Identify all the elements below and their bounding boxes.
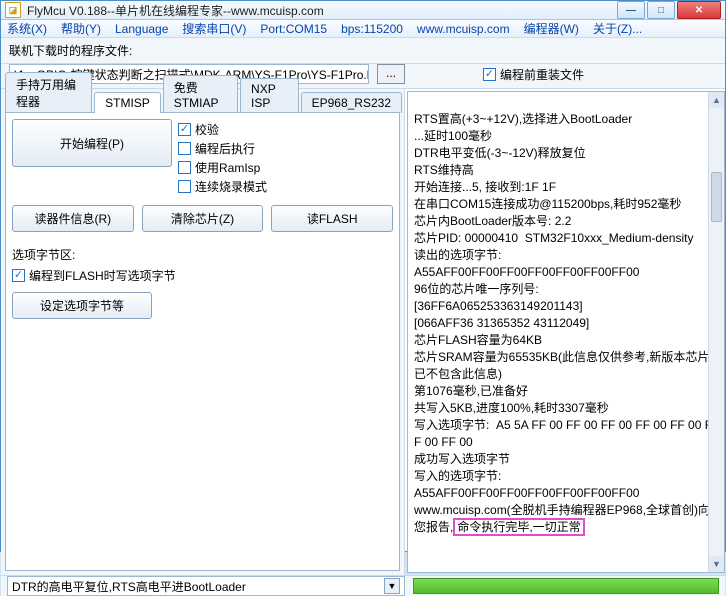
log-line: ...延时100毫秒	[414, 129, 492, 143]
bottom-bar: DTR的高电平复位,RTS高电平进BootLoader ▼	[1, 575, 725, 596]
tab-bar: 手持万用编程器 STMISP 免费STMIAP NXP ISP EP968_RS…	[1, 89, 404, 113]
log-line: 读出的选项字节:	[414, 248, 501, 262]
file-toolbar: 联机下载时的程序文件:	[1, 38, 725, 64]
menu-language[interactable]: Language	[115, 22, 168, 36]
ramisp-label: 使用RamIsp	[195, 159, 260, 176]
log-line: A55AFF00FF00FF00FF00FF00FF00FF00	[414, 265, 639, 279]
continuous-checkbox[interactable]: ✓	[178, 180, 191, 193]
ramisp-checkbox[interactable]: ✓	[178, 161, 191, 174]
log-line: 开始连接...5, 接收到:1F 1F	[414, 180, 556, 194]
menubar: 系统(X) 帮助(Y) Language 搜索串口(V) Port:COM15 …	[1, 20, 725, 38]
log-line: RTS置高(+3~+12V),选择进入BootLoader	[414, 112, 632, 126]
menu-site[interactable]: www.mcuisp.com	[417, 22, 510, 36]
log-line: 芯片PID: 00000410 STM32F10xxx_Medium-densi…	[414, 231, 693, 245]
log-line: 写入的选项字节:	[414, 469, 501, 483]
menu-bps[interactable]: bps:115200	[341, 22, 403, 36]
file-row: )1、GPIO-按键状态判断之扫描式\MDK-ARM\YS-F1Pro\YS-F…	[1, 64, 725, 89]
erase-button[interactable]: 清除芯片(Z)	[142, 205, 264, 232]
tab-handheld[interactable]: 手持万用编程器	[5, 72, 92, 113]
scroll-thumb[interactable]	[711, 172, 722, 222]
menu-programmer[interactable]: 编程器(W)	[524, 20, 579, 37]
log-line: 成功写入选项字节	[414, 452, 510, 466]
runafter-checkbox[interactable]: ✓	[178, 142, 191, 155]
log-line: 芯片SRAM容量为65535KB(此信息仅供参考,新版本芯片已不包含此信息)	[414, 350, 709, 381]
menu-search-port[interactable]: 搜索串口(V)	[182, 20, 246, 37]
tab-stmiap[interactable]: 免费STMIAP	[163, 75, 238, 113]
log-line: DTR电平变低(-3~-12V)释放复位	[414, 146, 586, 160]
menu-port[interactable]: Port:COM15	[260, 22, 327, 36]
log-line: 96位的芯片唯一序列号:	[414, 282, 539, 296]
verify-checkbox[interactable]: ✓	[178, 123, 191, 136]
tab-ep968[interactable]: EP968_RS232	[301, 92, 402, 113]
right-pane: RTS置高(+3~+12V),选择进入BootLoader ...延时100毫秒…	[405, 89, 725, 575]
start-program-button[interactable]: 开始编程(P)	[12, 119, 172, 167]
log-line: 共写入5KB,进度100%,耗时3307毫秒	[414, 401, 609, 415]
log-highlight: 命令执行完毕,一切正常	[453, 518, 584, 536]
menu-about[interactable]: 关于(Z)...	[593, 20, 642, 37]
app-icon: ◪	[5, 2, 21, 18]
log-line: 在串口COM15连接成功@115200bps,耗时952毫秒	[414, 197, 681, 211]
window-buttons: — □ ✕	[617, 1, 721, 19]
log-line: [36FF6A065253363149201143]	[414, 299, 583, 313]
set-option-bytes-button[interactable]: 设定选项字节等	[12, 292, 152, 319]
rewrite-checkbox[interactable]: ✓	[483, 68, 496, 81]
verify-label: 校验	[195, 121, 219, 138]
continuous-label: 连续烧录模式	[195, 178, 267, 195]
log-line: 芯片内BootLoader版本号: 2.2	[414, 214, 571, 228]
content: 手持万用编程器 STMISP 免费STMIAP NXP ISP EP968_RS…	[1, 89, 725, 575]
log-output[interactable]: RTS置高(+3~+12V),选择进入BootLoader ...延时100毫秒…	[407, 91, 725, 573]
file-label: 联机下载时的程序文件:	[9, 42, 132, 59]
window-title: FlyMcu V0.188--单片机在线编程专家--www.mcuisp.com	[27, 2, 617, 19]
stmisp-panel: 开始编程(P) ✓ 校验 ✓ 编程后执行 ✓ 使用RamIsp ✓ 连续烧录模式 读器件…	[5, 112, 400, 571]
scroll-down-icon[interactable]: ▼	[709, 556, 724, 572]
writeopt-checkbox[interactable]: ✓	[12, 269, 25, 282]
log-line: A55AFF00FF00FF00FF00FF00FF00FF00	[414, 486, 639, 500]
titlebar[interactable]: ◪ FlyMcu V0.188--单片机在线编程专家--www.mcuisp.c…	[1, 1, 725, 20]
read-flash-button[interactable]: 读FLASH	[271, 205, 393, 232]
option-bytes-label: 选项字节区:	[12, 246, 393, 263]
tab-stmisp[interactable]: STMISP	[94, 92, 161, 113]
reset-mode-value: DTR的高电平复位,RTS高电平进BootLoader	[12, 578, 246, 595]
log-line: RTS维持高	[414, 163, 474, 177]
left-pane: 手持万用编程器 STMISP 免费STMIAP NXP ISP EP968_RS…	[1, 89, 405, 575]
writeopt-label: 编程到FLASH时写选项字节	[29, 267, 176, 284]
menu-system[interactable]: 系统(X)	[7, 20, 47, 37]
close-button[interactable]: ✕	[677, 1, 721, 19]
rewrite-label: 编程前重装文件	[500, 66, 584, 83]
read-info-button[interactable]: 读器件信息(R)	[12, 205, 134, 232]
log-line: 第1076毫秒,已准备好	[414, 384, 528, 398]
tab-nxp[interactable]: NXP ISP	[240, 78, 299, 113]
runafter-label: 编程后执行	[195, 140, 255, 157]
maximize-button[interactable]: □	[647, 1, 675, 19]
progress-bar	[413, 578, 719, 594]
main-window: ◪ FlyMcu V0.188--单片机在线编程专家--www.mcuisp.c…	[0, 0, 726, 552]
scroll-up-icon[interactable]: ▲	[709, 92, 724, 108]
log-line: 芯片FLASH容量为64KB	[414, 333, 542, 347]
log-scrollbar[interactable]: ▲ ▼	[708, 92, 724, 572]
rewrite-checkbox-row: ✓ 编程前重装文件	[483, 66, 584, 83]
menu-help[interactable]: 帮助(Y)	[61, 20, 101, 37]
minimize-button[interactable]: —	[617, 1, 645, 19]
reset-mode-combo[interactable]: DTR的高电平复位,RTS高电平进BootLoader ▼	[7, 576, 405, 596]
chevron-down-icon[interactable]: ▼	[384, 578, 400, 594]
log-line: 写入选项字节: A5 5A FF 00 FF 00 FF 00 FF 00 FF…	[414, 418, 712, 449]
browse-button[interactable]: ...	[377, 64, 405, 84]
log-line: [066AFF36 31365352 43112049]	[414, 316, 589, 330]
